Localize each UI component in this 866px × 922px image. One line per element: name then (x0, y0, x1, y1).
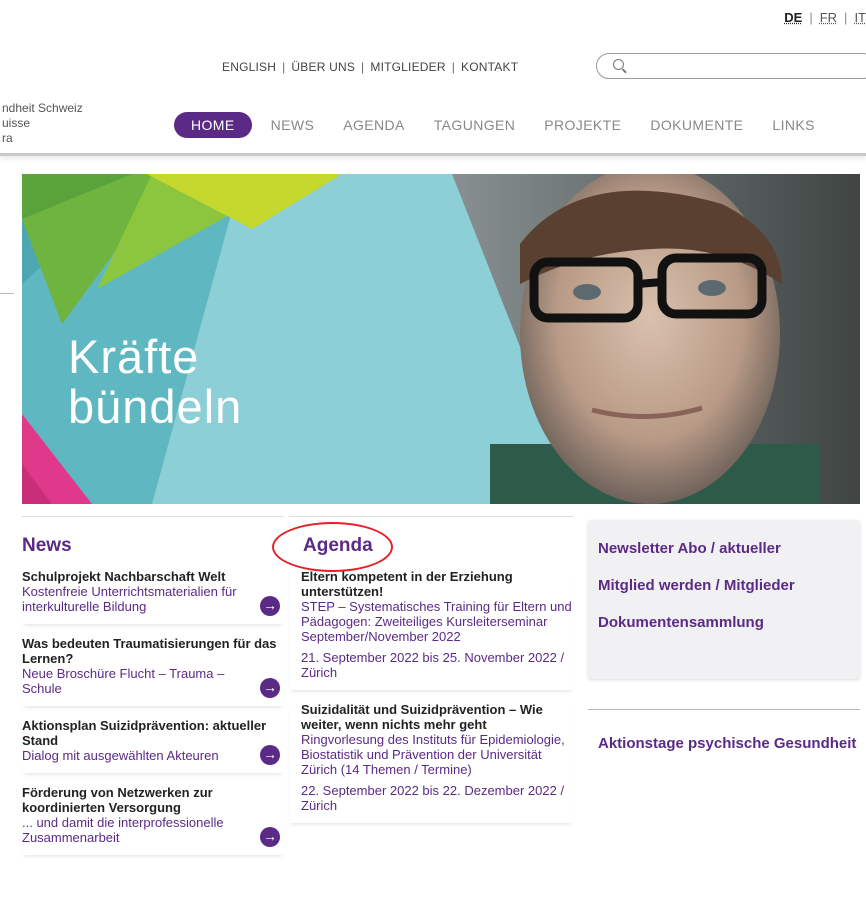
arrow-right-icon[interactable]: → (260, 596, 280, 616)
search-box[interactable] (596, 53, 866, 79)
main-nav: HOME NEWS AGENDA TAGUNGEN PROJEKTE DOKUM… (174, 112, 844, 138)
ueber-uns-link[interactable]: ÜBER UNS (291, 60, 355, 74)
news-item[interactable]: Förderung von Netzwerken zur koordiniert… (22, 785, 284, 855)
arrow-right-icon[interactable]: → (260, 827, 280, 847)
nav-agenda[interactable]: AGENDA (343, 117, 405, 133)
agenda-heading[interactable]: Agenda (303, 535, 573, 557)
nav-projekte[interactable]: PROJEKTE (544, 117, 621, 133)
main-navbar: ndheit Schweiz uisse ra HOME NEWS AGENDA… (0, 96, 866, 156)
news-item[interactable]: Schulprojekt Nachbarschaft Welt Kostenfr… (22, 569, 284, 624)
side-divider (0, 293, 14, 294)
utility-links: ENGLISH | ÜBER UNS | MITGLIEDER | KONTAKT (222, 60, 519, 74)
aktionstage-link[interactable]: Aktionstage psychische Gesundheit (588, 733, 860, 754)
lang-de-link[interactable]: DE (784, 10, 802, 25)
agenda-section: Agenda Eltern kompetent in der Erziehung… (289, 516, 573, 835)
mitglieder-link[interactable]: MITGLIEDER (370, 60, 445, 74)
dokumentensammlung-link[interactable]: Dokumentensammlung (598, 614, 848, 631)
nav-links[interactable]: LINKS (772, 117, 814, 133)
language-switcher: DE | FR | IT (784, 10, 866, 25)
nav-home[interactable]: HOME (174, 112, 252, 138)
lang-it-link[interactable]: IT (854, 10, 866, 25)
news-item[interactable]: Aktionsplan Suizidprävention: aktueller … (22, 718, 284, 773)
right-divider (588, 709, 860, 710)
quick-links-section: Newsletter Abo / aktueller Mitglied werd… (588, 520, 860, 754)
lang-fr-link[interactable]: FR (820, 10, 837, 25)
hero-banner: Kräfte bündeln (22, 174, 860, 504)
arrow-right-icon[interactable]: → (260, 678, 280, 698)
kontakt-link[interactable]: KONTAKT (461, 60, 518, 74)
agenda-item[interactable]: Suizidalität und Suizidprävention – Wie … (289, 702, 573, 823)
news-heading[interactable]: News (22, 535, 284, 557)
agenda-item[interactable]: Eltern kompetent in der Erziehung unters… (289, 569, 573, 690)
nav-news[interactable]: NEWS (271, 117, 315, 133)
search-input[interactable] (631, 57, 851, 75)
hero-slogan: Kräfte bündeln (68, 330, 243, 433)
search-icon[interactable] (613, 59, 624, 70)
news-item[interactable]: Was bedeuten Traumatisierungen für das L… (22, 636, 284, 706)
mitglied-werden-link[interactable]: Mitglied werden / Mitglieder (598, 577, 848, 594)
quick-links-box: Newsletter Abo / aktueller Mitglied werd… (588, 520, 860, 679)
nav-tagungen[interactable]: TAGUNGEN (434, 117, 516, 133)
news-section: News Schulprojekt Nachbarschaft Welt Kos… (22, 516, 284, 867)
arrow-right-icon[interactable]: → (260, 745, 280, 765)
english-link[interactable]: ENGLISH (222, 60, 276, 74)
site-brand[interactable]: ndheit Schweiz uisse ra (2, 101, 83, 146)
nav-dokumente[interactable]: DOKUMENTE (650, 117, 743, 133)
newsletter-link[interactable]: Newsletter Abo / aktueller (598, 540, 848, 557)
